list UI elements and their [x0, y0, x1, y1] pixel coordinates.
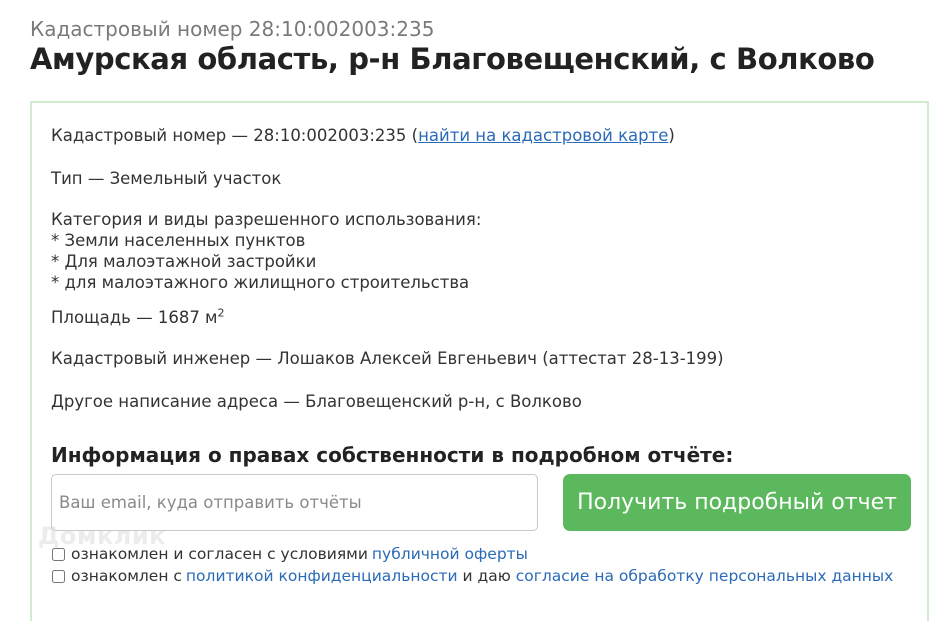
type-row: Тип — Земельный участок — [51, 169, 282, 188]
category-item: * для малоэтажного жилищного строительст… — [51, 273, 470, 292]
engineer-row: Кадастровый инженер — Лошаков Алексей Ев… — [51, 349, 724, 368]
offer-consent-row[interactable]: ознакомлен и согласен с условиями публич… — [51, 545, 528, 563]
page-subtitle: Кадастровый номер 28:10:002003:235 — [30, 17, 435, 41]
category-item: * Земли населенных пунктов — [51, 231, 306, 250]
category-item: * Для малоэтажной застройки — [51, 252, 317, 271]
area-text: Площадь — 1687 м — [51, 308, 218, 327]
get-report-button[interactable]: Получить подробный отчет — [563, 474, 911, 531]
cadastral-number-row: Кадастровый номер — 28:10:002003:235 (на… — [51, 125, 675, 146]
alt-address-row: Другое написание адреса — Благовещенский… — [51, 392, 582, 411]
data-processing-link[interactable]: согласие на обработку персональных данны… — [516, 567, 894, 585]
privacy-consent-text: ознакомлен с — [71, 567, 182, 585]
privacy-consent-checkbox[interactable] — [52, 569, 65, 583]
category-heading: Категория и виды разрешенного использова… — [51, 210, 482, 229]
offer-consent-text: ознакомлен и согласен с условиями — [71, 545, 368, 563]
public-offer-link[interactable]: публичной оферты — [372, 545, 528, 563]
area-row: Площадь — 1687 м2 — [51, 307, 225, 328]
area-unit-power: 2 — [217, 306, 225, 320]
cadastral-number-text: Кадастровый номер — 28:10:002003:235 ( — [51, 126, 419, 145]
page-title: Амурская область, р-н Благовещенский, с … — [30, 42, 875, 76]
privacy-consent-text-2: и даю — [457, 567, 516, 585]
cadastral-number-close: ) — [668, 126, 675, 145]
privacy-policy-link[interactable]: политикой конфиденциальности — [186, 567, 458, 585]
cadastral-map-link[interactable]: найти на кадастровой карте — [418, 126, 668, 145]
offer-consent-checkbox[interactable] — [52, 547, 65, 561]
privacy-consent-row[interactable]: ознакомлен с политикой конфиденциальност… — [51, 567, 893, 585]
report-section-title: Информация о правах собственности в подр… — [51, 443, 734, 467]
